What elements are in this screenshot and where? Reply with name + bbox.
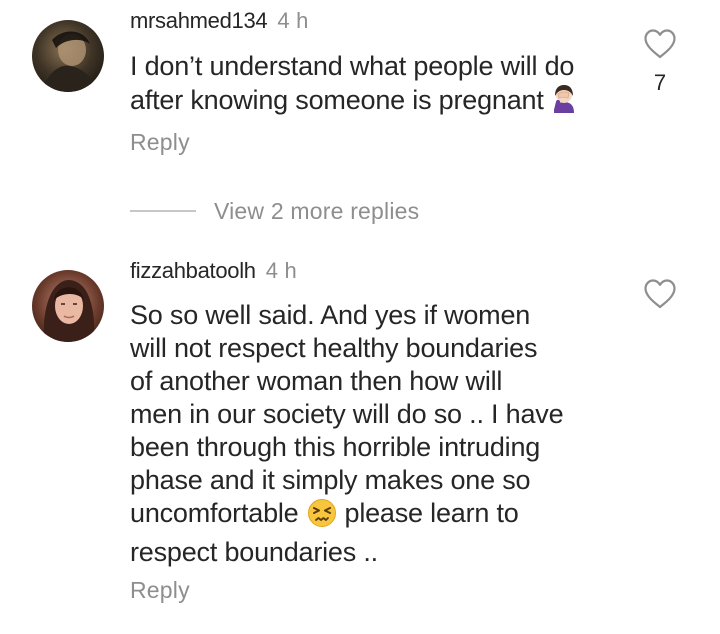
divider [130,210,196,212]
username[interactable]: fizzahbatoolh [130,258,256,283]
comment-line: respect boundaries .. [130,537,378,567]
view-more-replies-label: View 2 more replies [214,197,420,224]
comment-line: So so well said. And yes if women [130,300,531,330]
comment-line: I don’t understand what people will do [130,51,575,81]
heart-outline-icon [644,279,676,309]
comment-meta: mrsahmed134 4 h [130,8,309,34]
comment-line: will not respect healthy boundaries [130,333,538,363]
comment-line: men in our society will do so .. I have [130,399,564,429]
comment-line-text: uncomfortable [130,498,299,528]
view-more-replies[interactable]: View 2 more replies [130,197,419,225]
username[interactable]: mrsahmed134 [130,8,268,33]
comment-line-text: please learn to [344,498,519,528]
comment-line-text: after knowing someone is pregnant [130,85,544,115]
comment-1: mrsahmed134 4 h I don’t understand what p… [0,0,720,180]
comment-line: of another woman then how will [130,366,503,396]
comment-line: after knowing someone is pregnant [130,83,580,123]
timestamp: 4 h [277,8,309,33]
persevering-face-emoji [307,498,337,536]
comment-line: been through this horrible intruding [130,432,541,462]
reply-button[interactable]: Reply [130,129,190,156]
comment-2: fizzahbatoolh 4 h So so well said. And ye… [0,250,720,634]
timestamp: 4 h [265,258,297,283]
facepalm-woman-emoji [548,83,580,123]
comment-text: I don’t understand what people will do a… [130,50,580,123]
like-button[interactable] [643,28,677,62]
reply-button[interactable]: Reply [130,577,190,604]
comment-meta: fizzahbatoolh 4 h [130,258,297,284]
comment-text: So so well said. And yes if women will n… [130,299,564,569]
comment-line: uncomfortable please learn to [130,497,563,536]
like-button[interactable] [643,278,677,312]
avatar[interactable] [32,20,104,92]
like-count: 7 [653,70,667,95]
heart-outline-icon [644,29,676,59]
comment-line: phase and it simply makes one so [130,465,531,495]
avatar[interactable] [32,270,104,342]
